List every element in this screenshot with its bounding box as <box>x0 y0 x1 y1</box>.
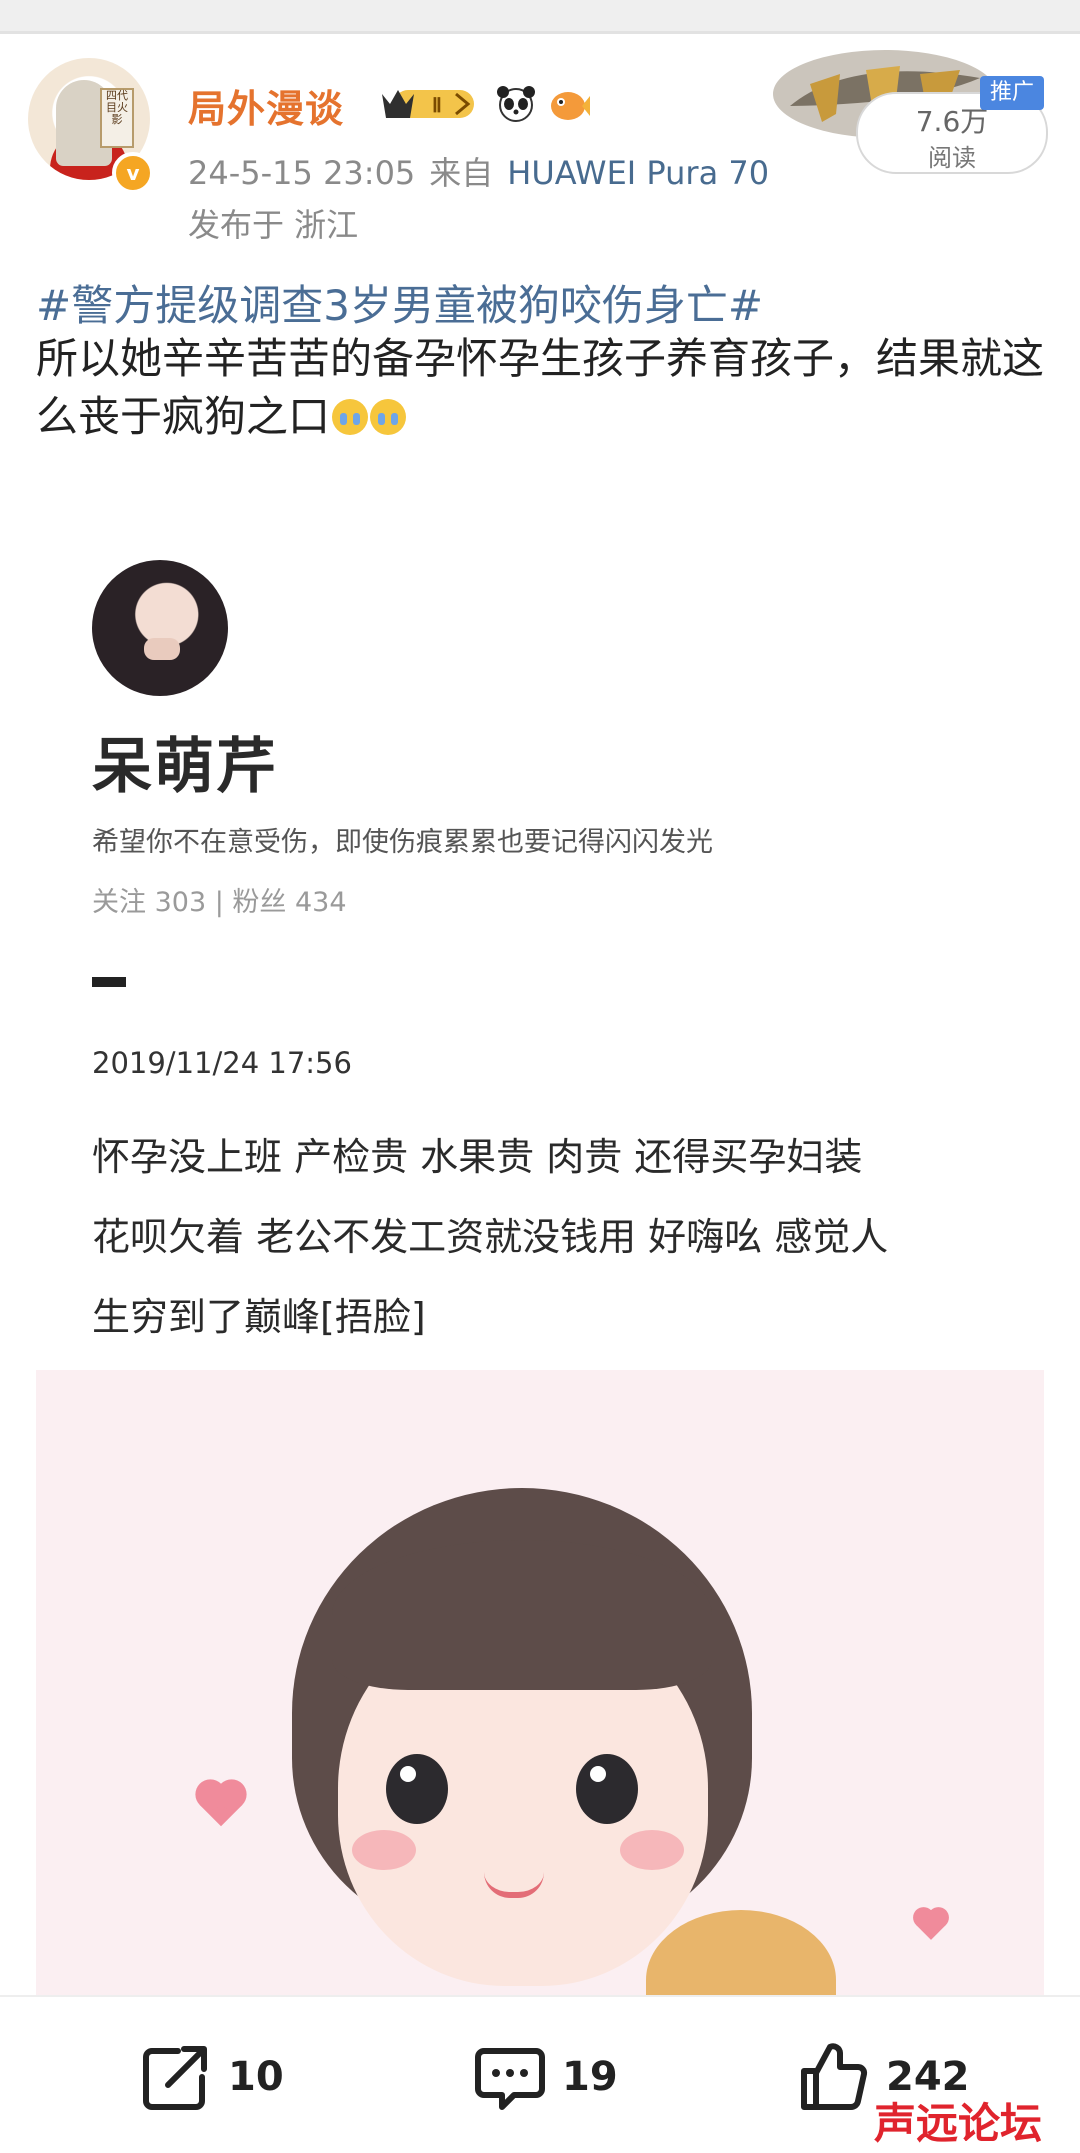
embedded-bio: 希望你不在意受伤，即使伤痕累累也要记得闪闪发光 <box>92 827 713 858</box>
crying-face-icon <box>370 399 407 435</box>
watermark-text: 声远论坛 <box>874 2099 1042 2148</box>
post-meta: 24-5-15 23:05 来自 HUAWEI Pura 70 <box>188 148 783 194</box>
post-body: 所以她辛辛苦苦的备孕怀孕生孩子养育孩子，结果就这么丧于疯狗之口 <box>36 330 1051 446</box>
embedded-stats: 关注 303 | 粉丝 434 <box>92 887 347 918</box>
forum-watermark: 声远论坛 <box>874 2099 1042 2148</box>
embedded-date: 2019/11/24 17:56 <box>92 1046 352 1080</box>
embedded-text-line: 花呗欠着 老公不发工资就没钱用 好嗨吆 感觉人 <box>92 1215 889 1259</box>
fish-icon <box>551 92 590 120</box>
promo-tag: 推广 <box>980 76 1044 110</box>
panda-icon <box>497 86 535 122</box>
heart-icon <box>199 1783 243 1827</box>
embedded-name: 呆萌芹 <box>92 732 278 802</box>
post-device[interactable]: HUAWEI Pura 70 <box>507 154 769 192</box>
cat-icon <box>646 1910 836 1995</box>
post-location: 发布于 浙江 <box>188 206 359 244</box>
source-label: 来自 <box>429 154 494 192</box>
crying-face-icon <box>332 399 369 435</box>
read-label: 阅读 <box>928 144 976 172</box>
verified-icon: v <box>112 152 154 194</box>
embedded-text-line: 生穷到了巅峰[捂脸] <box>92 1295 426 1339</box>
share-icon <box>143 2046 207 2110</box>
top-strip <box>0 0 1080 34</box>
comment-button[interactable]: 19 <box>472 2037 618 2117</box>
embedded-divider <box>92 977 126 987</box>
svg-text:Ⅱ: Ⅱ <box>432 95 442 117</box>
repost-button[interactable]: 10 <box>138 2037 284 2117</box>
topic-hashtag[interactable]: #警方提级调查3岁男童被狗咬伤身亡# <box>36 272 763 333</box>
repost-count: 10 <box>228 2054 284 2100</box>
post-time: 24-5-15 23:05 <box>188 154 416 192</box>
embedded-avatar <box>92 560 228 696</box>
comment-count: 19 <box>562 2054 618 2100</box>
embedded-text-line: 怀孕没上班 产检贵 水果贵 肉贵 还得买孕妇装 <box>92 1135 863 1179</box>
comment-icon <box>475 2048 545 2110</box>
thumbs-up-icon <box>801 2043 868 2110</box>
post-text: 所以她辛辛苦苦的备孕怀孕生孩子养育孩子，结果就这么丧于疯狗之口 <box>36 334 1045 441</box>
author-name[interactable]: 局外漫谈 <box>188 78 344 133</box>
level-badge-icon: Ⅱ <box>382 90 474 118</box>
attached-image[interactable]: 呆萌芹 希望你不在意受伤，即使伤痕累累也要记得闪闪发光 关注 303 | 粉丝 … <box>36 450 1044 1995</box>
heart-icon <box>916 1910 946 1940</box>
cartoon-girl-illustration <box>36 1370 1044 1995</box>
